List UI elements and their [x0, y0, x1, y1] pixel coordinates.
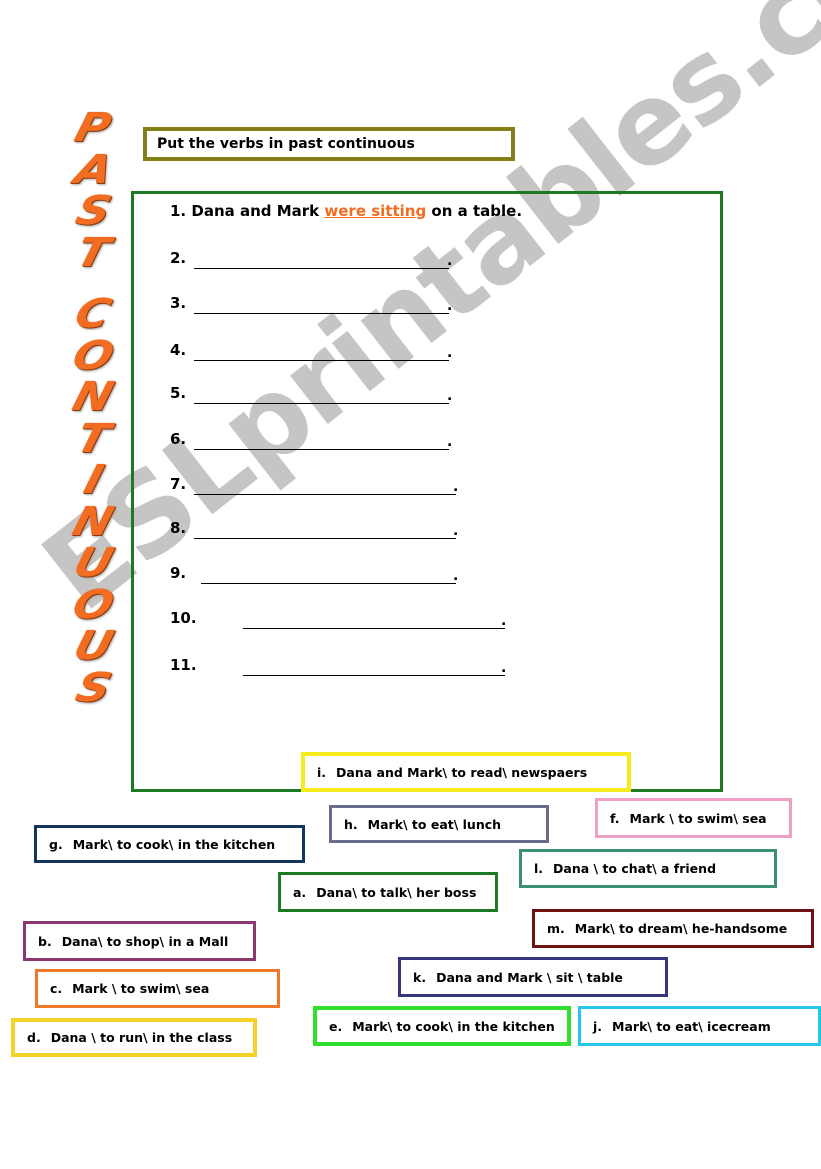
prompt-card: h. Mark\ to eat\ lunch [329, 805, 549, 843]
card-text: Dana \ to run\ in the class [50, 1030, 233, 1045]
card-letter: a. [293, 884, 307, 900]
prompt-card: d. Dana \ to run\ in the class [11, 1018, 257, 1057]
prompt-card: e. Mark\ to cook\ in the kitchen [313, 1006, 571, 1046]
card-text: Mark \ to swim\ sea [72, 981, 210, 996]
prompt-card: g. Mark\ to cook\ in the kitchen [34, 825, 305, 863]
period: . [453, 479, 459, 495]
title-letter: T [71, 415, 116, 462]
card-letter: c. [50, 981, 63, 996]
prompt-card: b. Dana\ to shop\ in a Mall [23, 921, 256, 961]
prompt-card: a. Dana\ to talk\ her boss [278, 872, 498, 912]
period: . [447, 388, 453, 404]
period: . [447, 434, 453, 450]
prompt-card: l. Dana \ to chat\ a friend [519, 849, 777, 888]
example-after: on a table. [431, 202, 523, 220]
exercise-box: 1. Dana and Mark were sitting on a table… [131, 191, 723, 792]
blank-number: 11. [170, 656, 197, 674]
card-text: Mark\ to cook\ in the kitchen [352, 1018, 555, 1034]
card-letter: k. [413, 969, 427, 985]
answer-line[interactable] [194, 360, 449, 361]
card-letter: l. [534, 861, 544, 876]
title-letter: C [70, 291, 117, 337]
period: . [447, 345, 453, 361]
blank-number: 5. [170, 384, 187, 402]
title-letter: U [68, 540, 119, 586]
title-letter: A [69, 146, 118, 193]
answer-line[interactable] [243, 628, 505, 629]
title-letter: N [67, 374, 119, 420]
period: . [501, 660, 507, 676]
card-letter: d. [27, 1030, 41, 1045]
answer-line[interactable] [201, 583, 456, 584]
answer-line[interactable] [194, 268, 449, 269]
example-answer: were sitting [324, 202, 427, 220]
title-letter: S [70, 664, 116, 711]
period: . [447, 253, 453, 269]
example-number: 1. [170, 202, 187, 220]
card-text: Dana and Mark \ sit \ table [436, 969, 623, 985]
prompt-card: i. Dana and Mark\ to read\ newspaers [301, 752, 631, 792]
card-letter: m. [547, 921, 565, 936]
prompt-card: k. Dana and Mark \ sit \ table [398, 957, 668, 997]
title-letter: O [67, 581, 119, 628]
example-sentence: 1. Dana and Mark were sitting on a table… [170, 202, 522, 220]
period: . [453, 523, 459, 539]
title-letter: P [70, 105, 117, 151]
blank-number: 9. [170, 564, 187, 582]
period: . [501, 613, 507, 629]
blank-number: 3. [170, 294, 187, 312]
blank-number: 8. [170, 519, 187, 537]
answer-line[interactable] [243, 675, 505, 676]
card-letter: b. [38, 933, 52, 949]
card-text: Dana \ to chat\ a friend [553, 861, 717, 876]
card-letter: e. [329, 1018, 343, 1034]
title-letter: N [67, 498, 119, 545]
answer-line[interactable] [194, 538, 456, 539]
card-text: Dana and Mark\ to read\ newspaers [336, 764, 588, 780]
instruction-box: Put the verbs in past continuous [143, 127, 515, 161]
title-letter: I [78, 457, 108, 503]
card-text: Mark \ to swim\ sea [629, 810, 767, 826]
answer-line[interactable] [194, 403, 449, 404]
card-letter: i. [317, 764, 327, 780]
prompt-card: j. Mark\ to eat\ icecream [578, 1006, 821, 1046]
card-letter: f. [610, 810, 620, 826]
prompt-card: f. Mark \ to swim\ sea [595, 798, 792, 838]
example-before: Dana and Mark [191, 202, 320, 220]
prompt-card: m. Mark\ to dream\ he-handsome [532, 909, 814, 948]
answer-line[interactable] [194, 449, 449, 450]
vertical-title: PASTCONTINUOUS [58, 105, 128, 711]
card-text: Mark\ to dream\ he-handsome [574, 921, 788, 936]
title-letter: T [71, 229, 116, 276]
blank-number: 7. [170, 475, 187, 493]
card-text: Mark\ to eat\ icecream [612, 1018, 771, 1034]
card-letter: h. [344, 816, 358, 832]
blank-number: 10. [170, 609, 197, 627]
card-text: Mark\ to cook\ in the kitchen [72, 836, 276, 852]
title-letter: U [68, 623, 119, 669]
card-letter: g. [49, 836, 63, 852]
prompt-card: c. Mark \ to swim\ sea [35, 969, 280, 1008]
blank-number: 4. [170, 341, 187, 359]
period: . [453, 568, 459, 584]
title-letter: O [67, 332, 119, 379]
title-letter: S [70, 188, 116, 234]
answer-line[interactable] [194, 313, 449, 314]
card-letter: j. [593, 1018, 603, 1034]
card-text: Dana\ to talk\ her boss [316, 884, 477, 900]
card-text: Mark\ to eat\ lunch [367, 816, 502, 832]
blank-number: 6. [170, 430, 187, 448]
blank-number: 2. [170, 249, 187, 267]
card-text: Dana\ to shop\ in a Mall [61, 933, 229, 949]
period: . [447, 298, 453, 314]
answer-line[interactable] [194, 494, 456, 495]
instruction-text: Put the verbs in past continuous [157, 136, 415, 152]
